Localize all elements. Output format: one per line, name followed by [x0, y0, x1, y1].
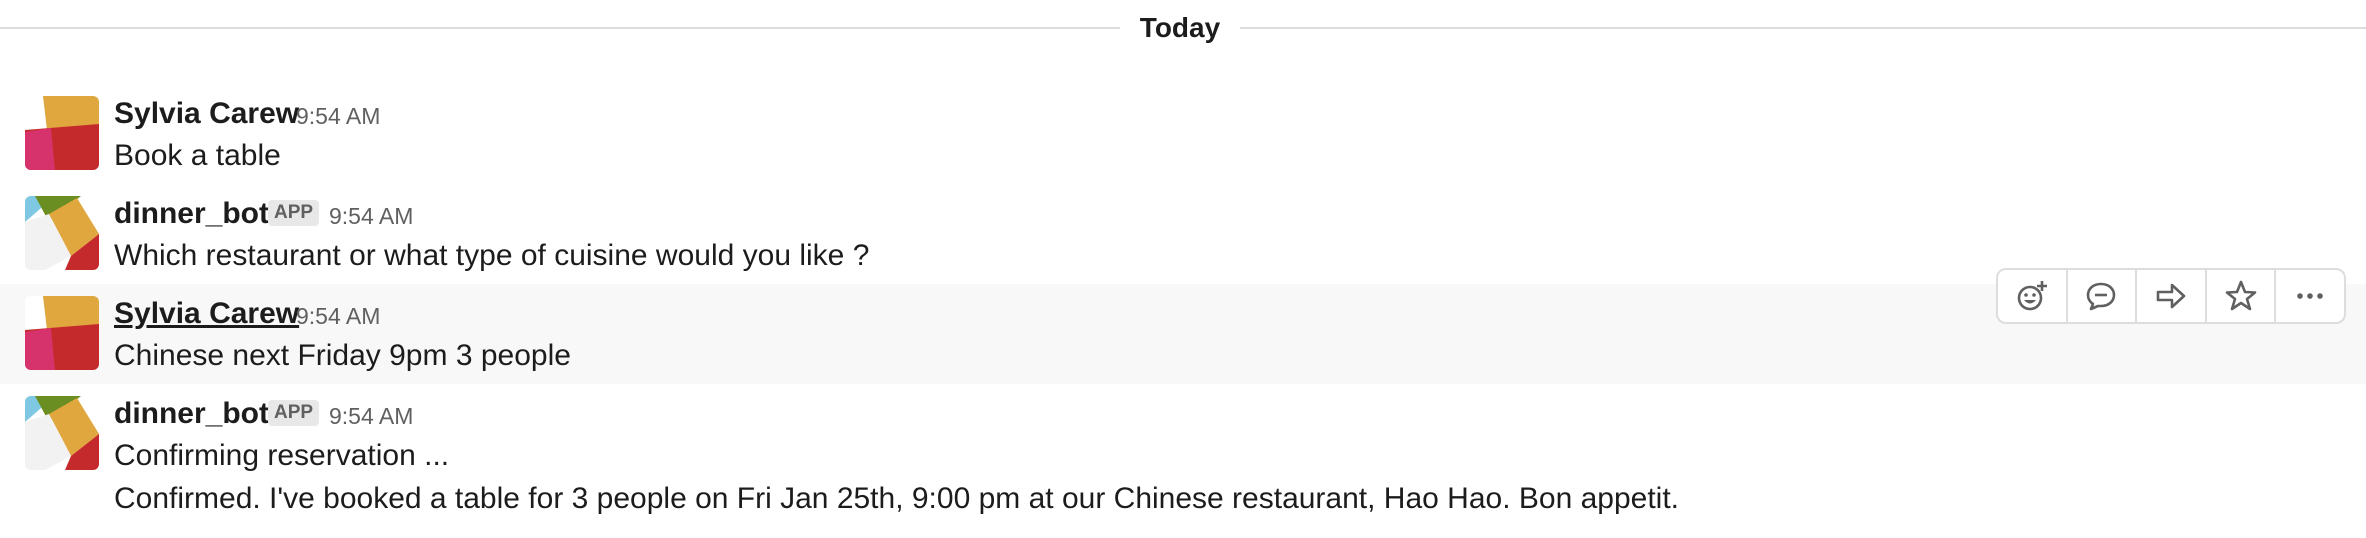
- app-badge: APP: [268, 400, 320, 426]
- message-timestamp[interactable]: 9:54 AM: [296, 298, 380, 334]
- message-sender[interactable]: Sylvia Carew: [114, 296, 299, 332]
- more-actions-icon: [2297, 293, 2323, 299]
- message-text: Which restaurant or what type of cuisine…: [114, 239, 870, 272]
- message-sender[interactable]: dinner_bot: [114, 196, 269, 232]
- message-actions-toolbar: [1996, 268, 2346, 324]
- message-text: Confirming reservation ...: [114, 439, 450, 472]
- message-sender[interactable]: Sylvia Carew: [114, 96, 299, 132]
- message-timestamp[interactable]: 9:54 AM: [329, 398, 413, 434]
- reply-thread-icon: [2087, 282, 2116, 311]
- add-reaction-icon: [2017, 281, 2047, 311]
- share-icon: [2156, 283, 2186, 309]
- reply-thread-button[interactable]: [2068, 270, 2138, 322]
- avatar-sylvia[interactable]: [25, 296, 99, 370]
- more-actions-button[interactable]: [2276, 270, 2344, 322]
- day-divider-label: Today: [1120, 8, 1240, 48]
- avatar-dinner-bot[interactable]: [25, 196, 99, 270]
- message-timestamp[interactable]: 9:54 AM: [329, 198, 413, 234]
- star-icon: [2225, 280, 2256, 311]
- message-text: Book a table: [114, 139, 281, 172]
- message-text: Confirmed. I've booked a table for 3 peo…: [114, 482, 1679, 515]
- message-timestamp[interactable]: 9:54 AM: [296, 98, 380, 134]
- share-message-button[interactable]: [2137, 270, 2207, 322]
- add-reaction-button[interactable]: [1998, 270, 2068, 322]
- message-sender[interactable]: dinner_bot: [114, 396, 269, 432]
- avatar-dinner-bot[interactable]: [25, 396, 99, 470]
- avatar-sylvia[interactable]: [25, 96, 99, 170]
- message-text: Chinese next Friday 9pm 3 people: [114, 339, 571, 372]
- app-badge: APP: [268, 200, 320, 226]
- day-divider: Today: [0, 0, 2366, 56]
- star-message-button[interactable]: [2207, 270, 2277, 322]
- message-item[interactable]: dinner_bot APP 9:54 AM Confirming reserv…: [0, 386, 2366, 526]
- message-item[interactable]: Sylvia Carew 9:54 AM Book a table: [0, 86, 2366, 182]
